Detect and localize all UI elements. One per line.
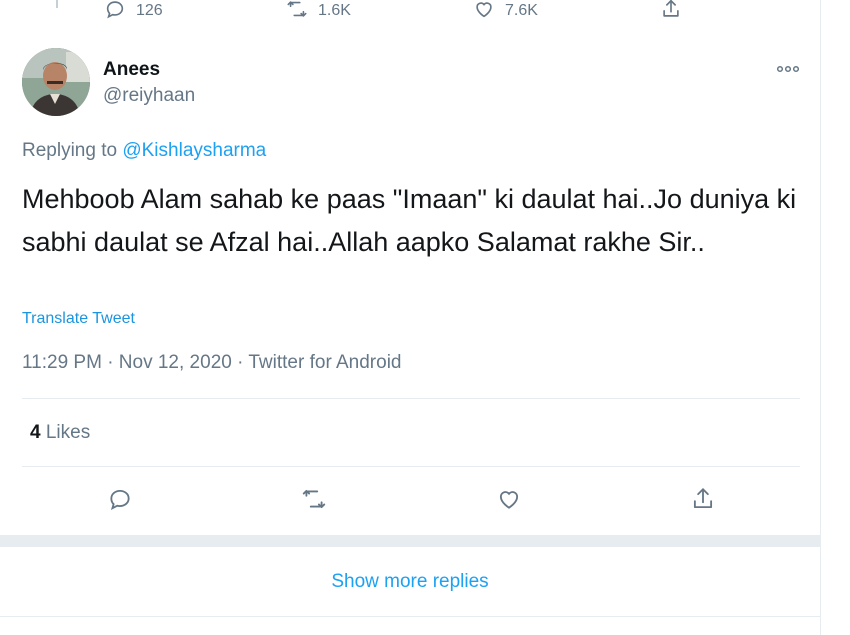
reply-icon xyxy=(104,0,126,25)
prev-reply-count: 126 xyxy=(136,2,163,19)
translate-tweet-link[interactable]: Translate Tweet xyxy=(22,310,135,328)
reply-button[interactable] xyxy=(106,488,134,514)
prev-like-count: 7.6K xyxy=(505,2,538,19)
divider xyxy=(22,398,800,399)
tweet-text: Mehboob Alam sahab ke paas "Imaan" ki da… xyxy=(22,184,797,257)
more-icon xyxy=(776,60,800,78)
like-button[interactable] xyxy=(495,488,523,514)
section-separator xyxy=(0,535,820,547)
retweet-button[interactable] xyxy=(300,488,328,514)
retweet-icon xyxy=(286,0,308,25)
share-icon xyxy=(690,486,716,517)
user-display-name[interactable]: Anees xyxy=(103,59,160,81)
previous-tweet-actions: 126 1.6K 7.6K xyxy=(0,0,820,24)
page-background xyxy=(821,0,850,635)
share-button[interactable] xyxy=(689,486,717,517)
more-options-button[interactable] xyxy=(774,60,802,78)
prev-share-button[interactable] xyxy=(660,0,682,22)
likes-label: Likes xyxy=(45,422,91,443)
like-icon xyxy=(496,486,522,517)
replying-to-mention-link[interactable]: @Kishlaysharma xyxy=(122,140,266,161)
like-icon xyxy=(473,0,495,25)
show-more-replies-label: Show more replies xyxy=(331,571,489,592)
tweet-timestamp-source[interactable]: 11:29 PM · Nov 12, 2020 · Twitter for An… xyxy=(22,352,402,374)
likes-stat[interactable]: 4 Likes xyxy=(30,422,90,444)
replying-to-prefix: Replying to xyxy=(22,140,118,161)
likes-count: 4 xyxy=(30,422,41,443)
timeline-column: 126 1.6K 7.6K Anees @reiyhaan Replying t… xyxy=(0,0,821,635)
reply-icon xyxy=(107,486,133,517)
user-handle[interactable]: @reiyhaan xyxy=(103,85,195,107)
divider xyxy=(22,466,800,467)
replying-to: Replying to @Kishlaysharma xyxy=(22,140,266,162)
avatar[interactable] xyxy=(22,48,90,116)
show-more-replies-button[interactable]: Show more replies xyxy=(0,548,820,616)
prev-like-button[interactable]: 7.6K xyxy=(473,0,538,22)
retweet-icon xyxy=(301,486,327,517)
prev-retweet-button[interactable]: 1.6K xyxy=(286,0,351,22)
prev-reply-button[interactable]: 126 xyxy=(104,0,163,22)
divider xyxy=(0,616,820,617)
prev-retweet-count: 1.6K xyxy=(318,2,351,19)
share-icon xyxy=(660,0,682,25)
